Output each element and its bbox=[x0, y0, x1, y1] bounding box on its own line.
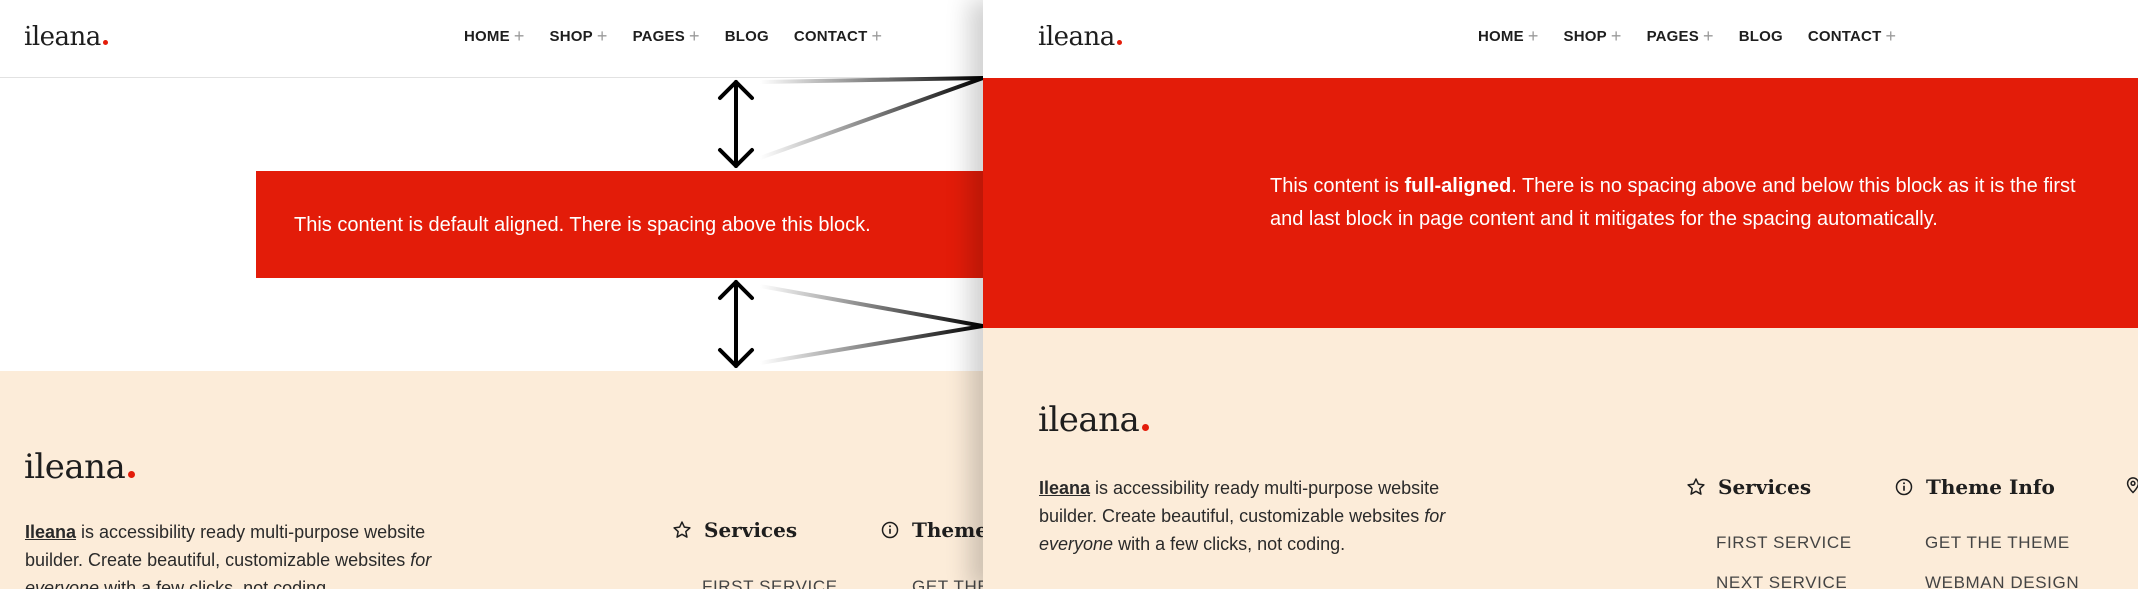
nav-label: BLOG bbox=[1738, 27, 1783, 45]
nav-label: PAGES bbox=[1646, 27, 1699, 45]
logo-text: ileana bbox=[1038, 22, 1115, 52]
desc-text: is accessibility ready multi-purpose web… bbox=[1039, 478, 1440, 526]
plus-icon: + bbox=[1702, 26, 1714, 46]
desc-text: with a few clicks, not coding. bbox=[1113, 534, 1346, 554]
footer-link-get-theme[interactable]: GET THE THEME bbox=[1925, 533, 2070, 553]
footer-link-next-service[interactable]: NEXT SERVICE bbox=[1716, 573, 1847, 589]
full-aligned-text: This content is full-aligned. There is n… bbox=[1270, 170, 2090, 236]
col-title: Services bbox=[1718, 475, 1812, 499]
info-icon bbox=[1895, 478, 1913, 496]
footer-col-theme-info: Theme Info bbox=[1894, 475, 2055, 499]
plus-icon: + bbox=[1885, 26, 1897, 46]
footer-description: Ileana is accessibility ready multi-purp… bbox=[1039, 474, 1499, 558]
nav-label: HOME bbox=[1478, 27, 1524, 45]
block-text: This content is bbox=[1270, 175, 1405, 197]
ileana-link[interactable]: Ileana bbox=[1039, 478, 1090, 498]
right-screenshot-panel: ileana HOME + SHOP + PAGES + BLOG CONTACT + … bbox=[983, 0, 2138, 589]
footer-link-first-service[interactable]: FIRST SERVICE bbox=[1716, 533, 1852, 553]
block-bold-text: full-aligned bbox=[1404, 175, 1512, 197]
nav-item-shop[interactable]: SHOP + bbox=[1564, 27, 1622, 45]
site-footer: ileana Ileana is accessibility ready mul… bbox=[983, 328, 2138, 589]
nav-item-contact[interactable]: CONTACT + bbox=[1808, 27, 1896, 45]
plus-icon: + bbox=[1527, 26, 1539, 46]
star-icon bbox=[1687, 478, 1705, 495]
double-arrow-icon bbox=[718, 280, 754, 368]
pointer-line bbox=[759, 284, 983, 365]
logo-dot bbox=[1116, 40, 1122, 45]
full-aligned-block: This content is full-aligned. There is n… bbox=[983, 78, 2138, 328]
logo-dot bbox=[1142, 424, 1150, 431]
site-header: ileana HOME + SHOP + PAGES + BLOG CONTACT + bbox=[983, 0, 2138, 78]
location-pin-icon bbox=[2126, 477, 2138, 494]
site-logo[interactable]: ileana bbox=[1038, 22, 1122, 52]
footer-col-services: Services bbox=[1686, 475, 1811, 499]
nav-item-pages[interactable]: PAGES + bbox=[1647, 27, 1714, 45]
left-screenshot-panel: ileana HOME + SHOP + PAGES + BLOG CONTACT + … bbox=[0, 0, 983, 589]
col-title: Theme Info bbox=[1926, 475, 2055, 499]
footer-logo[interactable]: ileana bbox=[1038, 400, 1150, 440]
pointer-line bbox=[759, 76, 983, 160]
main-nav: HOME + SHOP + PAGES + BLOG CONTACT + bbox=[1478, 27, 1896, 45]
footer-col-location bbox=[2123, 475, 2138, 495]
footer-link-webman-design[interactable]: WEBMAN DESIGN bbox=[1925, 573, 2079, 589]
spacing-annotation bbox=[718, 76, 983, 368]
plus-icon: + bbox=[1610, 26, 1622, 46]
double-arrow-icon bbox=[718, 80, 754, 168]
logo-text: ileana bbox=[1038, 400, 1140, 440]
nav-label: CONTACT bbox=[1807, 27, 1882, 45]
nav-label: SHOP bbox=[1563, 27, 1607, 45]
nav-item-blog[interactable]: BLOG bbox=[1739, 28, 1783, 45]
nav-item-home[interactable]: HOME + bbox=[1478, 27, 1539, 45]
